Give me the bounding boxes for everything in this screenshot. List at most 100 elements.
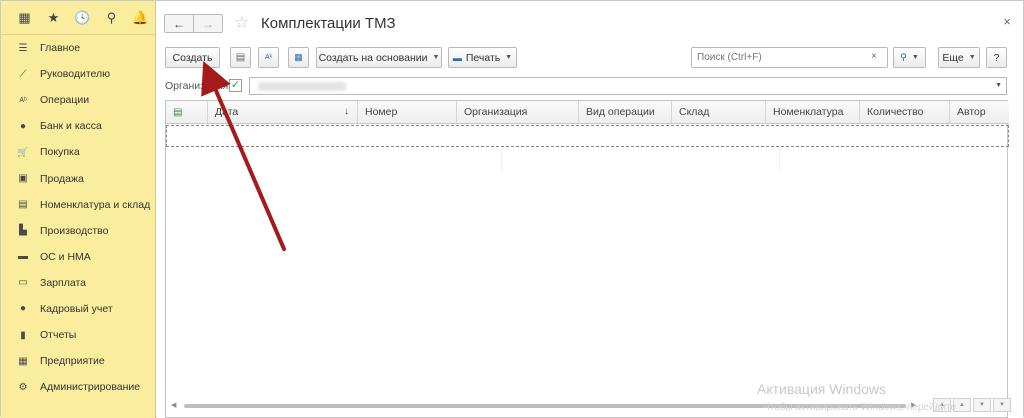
sort-down-icon: ↓ bbox=[344, 106, 349, 117]
payroll-icon: ▭ bbox=[18, 277, 28, 289]
organization-label: Организация: bbox=[165, 80, 232, 92]
sidebar-item-label: Отчеты bbox=[40, 329, 77, 342]
sidebar-item-production[interactable]: ▙ Производство bbox=[1, 218, 155, 244]
column-number[interactable]: Номер bbox=[358, 101, 457, 123]
print-label: Печать bbox=[465, 51, 501, 64]
chevron-down-icon: ▼ bbox=[968, 54, 976, 61]
table-view-icon[interactable]: ▦ bbox=[288, 47, 309, 68]
column-date[interactable]: Дата ↓ bbox=[208, 101, 358, 123]
post-document-icon[interactable]: Aᵏ bbox=[258, 47, 279, 68]
sidebar: ▦ ★ 🕓 ⚲ 🔔 ☰ Главное ⟋ Руководителю Aᵇ Опера… bbox=[1, 1, 156, 418]
sidebar-item-label: Кадровый учет bbox=[40, 302, 113, 315]
column-header-label: Вид операции bbox=[586, 106, 655, 118]
column-header-label: Склад bbox=[679, 106, 710, 118]
apps-grid-icon[interactable]: ▦ bbox=[10, 6, 39, 30]
create-button[interactable]: Создать bbox=[165, 47, 220, 68]
sidebar-item-label: Покупка bbox=[40, 146, 80, 159]
document-status-icon: ▤ bbox=[173, 106, 183, 118]
column-organization[interactable]: Организация bbox=[457, 101, 579, 123]
sidebar-item-fixed-assets[interactable]: ▬ ОС и НМА bbox=[1, 244, 155, 270]
trend-chart-icon: ⟋ bbox=[19, 68, 27, 80]
documents-table: ▤ Дата ↓ Номер Организация Вид операции С… bbox=[165, 100, 1009, 418]
close-icon[interactable]: × bbox=[1003, 14, 1011, 29]
print-button[interactable]: ▬ Печать ▼ bbox=[448, 47, 517, 68]
favorite-star-icon[interactable]: ☆ bbox=[234, 13, 249, 33]
sidebar-item-manager[interactable]: ⟋ Руководителю bbox=[1, 61, 155, 87]
organization-value-blurred bbox=[258, 82, 346, 91]
sidebar-item-warehouse[interactable]: ▤ Номенклатура и склад bbox=[1, 192, 155, 218]
column-status-icon[interactable]: ▤ bbox=[166, 101, 208, 123]
sidebar-item-payroll[interactable]: ▭ Зарплата bbox=[1, 270, 155, 296]
search-icon[interactable]: ⚲ bbox=[97, 6, 126, 30]
sidebar-item-reports[interactable]: ▮ Отчеты bbox=[1, 322, 155, 348]
table-header: ▤ Дата ↓ Номер Организация Вид операции С… bbox=[166, 101, 1009, 124]
title-bar: ← → ☆ Комплектации ТМЗ × bbox=[157, 1, 1023, 41]
sidebar-item-label: Производство bbox=[40, 224, 109, 237]
chevron-down-icon: ▼ bbox=[432, 54, 440, 61]
menu-lines-icon: ☰ bbox=[18, 42, 28, 54]
person-icon: ● bbox=[19, 303, 27, 315]
sidebar-item-label: Руководителю bbox=[40, 68, 111, 81]
organization-field[interactable]: ▼ bbox=[249, 77, 1007, 95]
chevron-down-icon: ▼ bbox=[911, 54, 919, 61]
scroll-bottom-icon[interactable]: ▼ bbox=[993, 398, 1011, 412]
app-window: ▦ ★ 🕓 ⚲ 🔔 ☰ Главное ⟋ Руководителю Aᵇ Опера… bbox=[0, 0, 1024, 418]
reports-chart-icon: ▮ bbox=[20, 329, 26, 341]
copy-document-icon[interactable]: ▤ bbox=[230, 47, 251, 68]
history-icon[interactable]: 🕓 bbox=[68, 6, 97, 30]
back-button[interactable]: ← bbox=[164, 14, 194, 33]
sidebar-item-admin[interactable]: ⚙ Администрирование bbox=[1, 374, 155, 400]
create-based-on-button[interactable]: Создать на основании ▼ bbox=[316, 47, 442, 68]
sidebar-item-label: Администрирование bbox=[40, 381, 141, 394]
chevron-down-icon: ▼ bbox=[505, 54, 513, 61]
sidebar-item-main[interactable]: ☰ Главное bbox=[1, 35, 155, 61]
sidebar-menu: ☰ Главное ⟋ Руководителю Aᵇ Операции ● Банк … bbox=[1, 35, 155, 400]
printer-icon: ▬ bbox=[452, 52, 462, 63]
column-header-label: Номер bbox=[365, 106, 398, 118]
scroll-left-icon[interactable]: ◀ bbox=[171, 401, 176, 409]
search-clear-icon[interactable]: × bbox=[871, 51, 877, 62]
windows-activation-hint: Чтобы активировать Windows, перейдите bbox=[763, 402, 956, 413]
windows-activation-title: Активация Windows bbox=[757, 381, 887, 397]
sidebar-top-icons: ▦ ★ 🕓 ⚲ 🔔 bbox=[1, 1, 155, 35]
create-based-on-label: Создать на основании bbox=[318, 51, 428, 64]
sidebar-item-operations[interactable]: Aᵇ Операции bbox=[1, 87, 155, 113]
more-button[interactable]: Еще ▼ bbox=[938, 47, 980, 68]
sidebar-item-purchase[interactable]: 🛒 Покупка bbox=[1, 139, 155, 165]
sidebar-item-label: Банк и касса bbox=[40, 120, 102, 133]
forward-button[interactable]: → bbox=[193, 14, 223, 33]
factory-icon: ▙ bbox=[19, 225, 27, 237]
column-author[interactable]: Автор bbox=[950, 101, 1009, 123]
table-row[interactable] bbox=[166, 125, 1009, 147]
column-quantity[interactable]: Количество bbox=[860, 101, 950, 123]
magnifier-icon: ⚲ bbox=[900, 52, 907, 62]
help-button[interactable]: ? bbox=[986, 47, 1007, 68]
column-warehouse[interactable]: Склад bbox=[672, 101, 766, 123]
sidebar-item-label: Предприятие bbox=[40, 355, 105, 368]
organization-filter: Организация: ✓ ▼ bbox=[157, 77, 1023, 95]
building-icon: ▦ bbox=[18, 355, 28, 367]
column-operation-type[interactable]: Вид операции bbox=[579, 101, 672, 123]
bag-icon: ▣ bbox=[18, 173, 28, 185]
cart-icon: 🛒 bbox=[17, 146, 29, 157]
sidebar-item-hr[interactable]: ● Кадровый учет bbox=[1, 296, 155, 322]
column-nomenclature[interactable]: Номенклатура bbox=[766, 101, 860, 123]
main-panel: ← → ☆ Комплектации ТМЗ × Создать ▤ Aᵏ ▦ … bbox=[157, 1, 1023, 418]
operations-icon: Aᵇ bbox=[19, 96, 27, 104]
more-label: Еще bbox=[942, 51, 964, 64]
search-input[interactable] bbox=[691, 47, 888, 68]
column-divider bbox=[501, 147, 502, 172]
favorites-star-icon[interactable]: ★ bbox=[39, 6, 68, 30]
column-header-label: Автор bbox=[957, 106, 986, 118]
coin-icon: ● bbox=[19, 120, 27, 132]
sidebar-item-bank[interactable]: ● Банк и касса bbox=[1, 113, 155, 139]
truck-icon: ▬ bbox=[18, 251, 28, 263]
gear-icon: ⚙ bbox=[18, 381, 28, 393]
notifications-bell-icon[interactable]: 🔔 bbox=[126, 6, 155, 30]
chevron-down-icon[interactable]: ▼ bbox=[995, 82, 1002, 89]
sidebar-item-enterprise[interactable]: ▦ Предприятие bbox=[1, 348, 155, 374]
organization-checkbox[interactable]: ✓ bbox=[229, 79, 242, 92]
column-header-label: Количество bbox=[867, 106, 924, 118]
sidebar-item-sales[interactable]: ▣ Продажа bbox=[1, 165, 155, 191]
search-options-button[interactable]: ⚲ ▼ bbox=[893, 47, 926, 68]
